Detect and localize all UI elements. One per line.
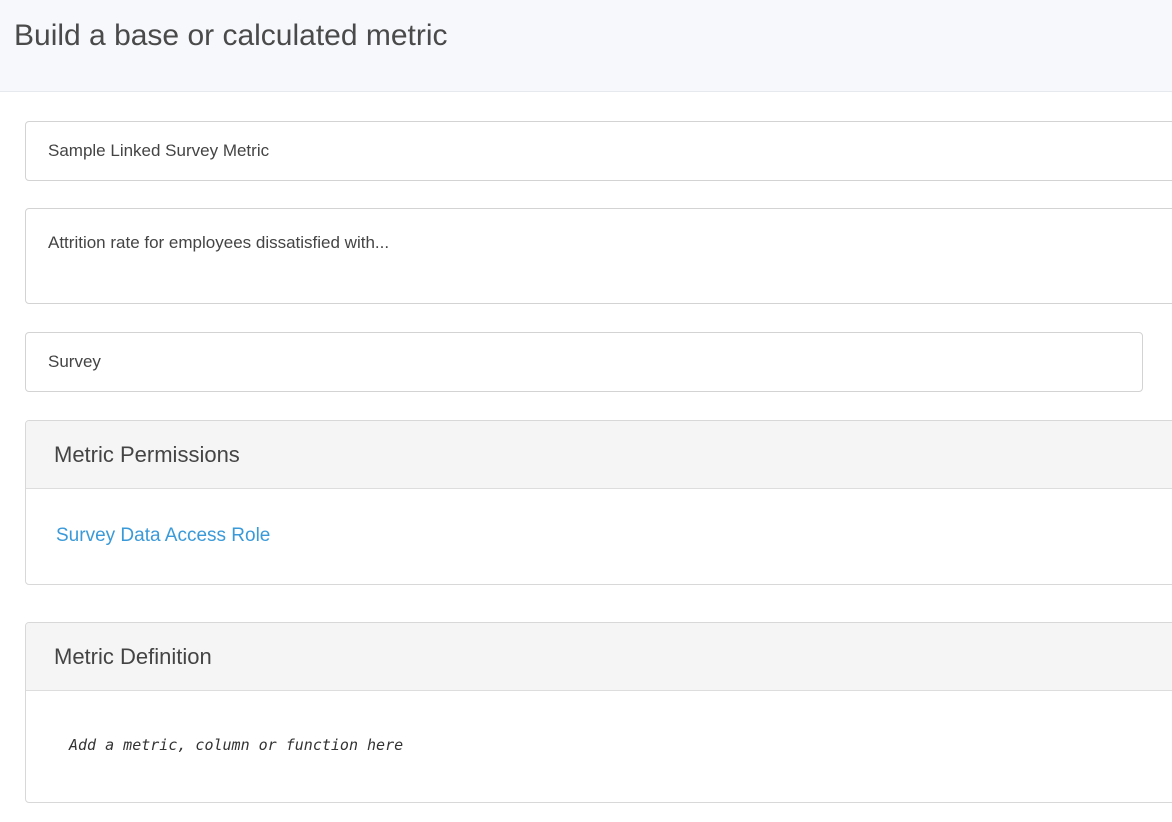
metric-definition-panel: Metric Definition Add a metric, column o… bbox=[25, 622, 1172, 803]
metric-permissions-heading: Metric Permissions bbox=[26, 421, 1172, 489]
page-title: Build a base or calculated metric bbox=[14, 19, 448, 52]
metric-category-input[interactable]: Survey bbox=[25, 332, 1143, 392]
metric-permissions-panel: Metric Permissions Survey Data Access Ro… bbox=[25, 420, 1172, 585]
metric-definition-heading: Metric Definition bbox=[26, 623, 1172, 691]
metric-name-input[interactable]: Sample Linked Survey Metric bbox=[25, 121, 1172, 181]
metric-definition-placeholder: Add a metric, column or function here bbox=[69, 736, 404, 754]
survey-data-access-role-link[interactable]: Survey Data Access Role bbox=[56, 525, 270, 547]
metric-definition-editor[interactable]: Add a metric, column or function here bbox=[26, 692, 1172, 802]
page-header: Build a base or calculated metric bbox=[0, 0, 1172, 92]
metric-description-textarea[interactable]: Attrition rate for employees dissatisfie… bbox=[25, 208, 1172, 304]
